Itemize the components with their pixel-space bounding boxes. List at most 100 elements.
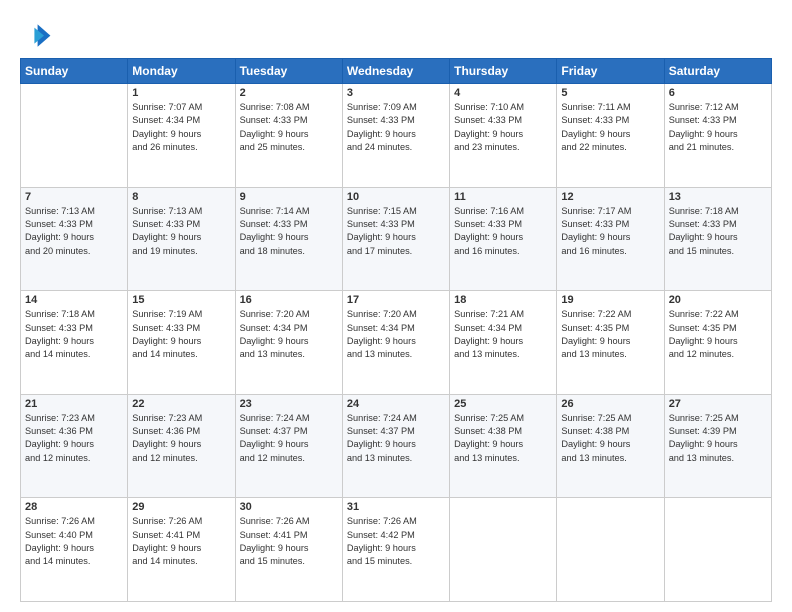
calendar-day-cell: 11 Sunrise: 7:16 AMSunset: 4:33 PMDayligh… xyxy=(450,187,557,291)
day-info: Sunrise: 7:22 AMSunset: 4:35 PMDaylight:… xyxy=(669,308,767,361)
calendar-week-row: 14Sunrise: 7:18 AMSunset: 4:33 PMDayligh… xyxy=(21,291,772,395)
calendar-day-cell: 17 Sunrise: 7:20 AMSunset: 4:34 PMDayligh… xyxy=(342,291,449,395)
day-info: Sunrise: 7:26 AMSunset: 4:42 PMDaylight:… xyxy=(347,515,445,568)
calendar-day-cell xyxy=(450,498,557,602)
calendar-day-cell: 19 Sunrise: 7:22 AMSunset: 4:35 PMDayligh… xyxy=(557,291,664,395)
day-info: Sunrise: 7:08 AMSunset: 4:33 PMDaylight:… xyxy=(240,101,338,154)
day-number: 19 xyxy=(561,294,659,306)
calendar-week-row: 21 Sunrise: 7:23 AMSunset: 4:36 PMDayligh… xyxy=(21,394,772,498)
day-info: Sunrise: 7:26 AMSunset: 4:41 PMDaylight:… xyxy=(240,515,338,568)
day-info: Sunrise: 7:23 AMSunset: 4:36 PMDaylight:… xyxy=(25,412,123,465)
day-number: 13 xyxy=(669,191,767,203)
day-number: 5 xyxy=(561,87,659,99)
calendar-day-cell: 20 Sunrise: 7:22 AMSunset: 4:35 PMDayligh… xyxy=(664,291,771,395)
day-number: 9 xyxy=(240,191,338,203)
calendar-week-row: 7 Sunrise: 7:13 AMSunset: 4:33 PMDaylight… xyxy=(21,187,772,291)
calendar-day-cell: 9 Sunrise: 7:14 AMSunset: 4:33 PMDaylight… xyxy=(235,187,342,291)
calendar-day-header: Saturday xyxy=(664,59,771,84)
day-info: Sunrise: 7:25 AMSunset: 4:39 PMDaylight:… xyxy=(669,412,767,465)
calendar-day-cell: 31 Sunrise: 7:26 AMSunset: 4:42 PMDayligh… xyxy=(342,498,449,602)
day-info: Sunrise: 7:12 AMSunset: 4:33 PMDaylight:… xyxy=(669,101,767,154)
day-number: 6 xyxy=(669,87,767,99)
day-number: 25 xyxy=(454,398,552,410)
calendar-day-cell: 28 Sunrise: 7:26 AMSunset: 4:40 PMDayligh… xyxy=(21,498,128,602)
calendar-day-cell: 4Sunrise: 7:10 AMSunset: 4:33 PMDaylight… xyxy=(450,84,557,188)
day-info: Sunrise: 7:26 AMSunset: 4:40 PMDaylight:… xyxy=(25,515,123,568)
day-info: Sunrise: 7:22 AMSunset: 4:35 PMDaylight:… xyxy=(561,308,659,361)
day-number: 12 xyxy=(561,191,659,203)
calendar-day-cell xyxy=(664,498,771,602)
day-number: 29 xyxy=(132,501,230,513)
calendar-day-cell: 10 Sunrise: 7:15 AMSunset: 4:33 PMDayligh… xyxy=(342,187,449,291)
day-number: 18 xyxy=(454,294,552,306)
day-number: 23 xyxy=(240,398,338,410)
calendar-day-cell: 18 Sunrise: 7:21 AMSunset: 4:34 PMDayligh… xyxy=(450,291,557,395)
day-number: 17 xyxy=(347,294,445,306)
day-info: Sunrise: 7:19 AMSunset: 4:33 PMDaylight:… xyxy=(132,308,230,361)
calendar-day-header: Friday xyxy=(557,59,664,84)
calendar-day-cell: 25 Sunrise: 7:25 AMSunset: 4:38 PMDayligh… xyxy=(450,394,557,498)
day-info: Sunrise: 7:09 AMSunset: 4:33 PMDaylight:… xyxy=(347,101,445,154)
day-number: 1 xyxy=(132,87,230,99)
day-info: Sunrise: 7:07 AMSunset: 4:34 PMDaylight:… xyxy=(132,101,230,154)
day-number: 7 xyxy=(25,191,123,203)
logo xyxy=(20,18,56,50)
day-info: Sunrise: 7:13 AMSunset: 4:33 PMDaylight:… xyxy=(25,205,123,258)
calendar-day-cell xyxy=(21,84,128,188)
header xyxy=(20,18,772,50)
day-info: Sunrise: 7:11 AMSunset: 4:33 PMDaylight:… xyxy=(561,101,659,154)
day-info: Sunrise: 7:20 AMSunset: 4:34 PMDaylight:… xyxy=(347,308,445,361)
page: SundayMondayTuesdayWednesdayThursdayFrid… xyxy=(0,0,792,612)
day-number: 21 xyxy=(25,398,123,410)
day-info: Sunrise: 7:16 AMSunset: 4:33 PMDaylight:… xyxy=(454,205,552,258)
calendar-day-cell: 15Sunrise: 7:19 AMSunset: 4:33 PMDayligh… xyxy=(128,291,235,395)
calendar-day-cell: 14Sunrise: 7:18 AMSunset: 4:33 PMDayligh… xyxy=(21,291,128,395)
day-number: 11 xyxy=(454,191,552,203)
calendar-day-cell: 30 Sunrise: 7:26 AMSunset: 4:41 PMDayligh… xyxy=(235,498,342,602)
calendar-day-cell: 27Sunrise: 7:25 AMSunset: 4:39 PMDayligh… xyxy=(664,394,771,498)
calendar-day-cell: 26 Sunrise: 7:25 AMSunset: 4:38 PMDayligh… xyxy=(557,394,664,498)
day-number: 28 xyxy=(25,501,123,513)
day-info: Sunrise: 7:18 AMSunset: 4:33 PMDaylight:… xyxy=(669,205,767,258)
day-number: 14 xyxy=(25,294,123,306)
day-number: 26 xyxy=(561,398,659,410)
calendar-day-cell: 22Sunrise: 7:23 AMSunset: 4:36 PMDayligh… xyxy=(128,394,235,498)
day-number: 24 xyxy=(347,398,445,410)
day-info: Sunrise: 7:10 AMSunset: 4:33 PMDaylight:… xyxy=(454,101,552,154)
day-number: 10 xyxy=(347,191,445,203)
day-info: Sunrise: 7:25 AMSunset: 4:38 PMDaylight:… xyxy=(454,412,552,465)
calendar-day-header: Thursday xyxy=(450,59,557,84)
day-info: Sunrise: 7:24 AMSunset: 4:37 PMDaylight:… xyxy=(347,412,445,465)
day-info: Sunrise: 7:21 AMSunset: 4:34 PMDaylight:… xyxy=(454,308,552,361)
calendar-header-row: SundayMondayTuesdayWednesdayThursdayFrid… xyxy=(21,59,772,84)
day-info: Sunrise: 7:25 AMSunset: 4:38 PMDaylight:… xyxy=(561,412,659,465)
logo-icon xyxy=(20,18,52,50)
day-info: Sunrise: 7:15 AMSunset: 4:33 PMDaylight:… xyxy=(347,205,445,258)
day-info: Sunrise: 7:14 AMSunset: 4:33 PMDaylight:… xyxy=(240,205,338,258)
calendar-day-cell: 1 Sunrise: 7:07 AMSunset: 4:34 PMDaylight… xyxy=(128,84,235,188)
calendar-table: SundayMondayTuesdayWednesdayThursdayFrid… xyxy=(20,58,772,602)
calendar-day-cell xyxy=(557,498,664,602)
calendar-day-cell: 29 Sunrise: 7:26 AMSunset: 4:41 PMDayligh… xyxy=(128,498,235,602)
calendar-day-cell: 8Sunrise: 7:13 AMSunset: 4:33 PMDaylight… xyxy=(128,187,235,291)
calendar-day-header: Tuesday xyxy=(235,59,342,84)
calendar-day-header: Sunday xyxy=(21,59,128,84)
day-info: Sunrise: 7:13 AMSunset: 4:33 PMDaylight:… xyxy=(132,205,230,258)
calendar-day-cell: 5 Sunrise: 7:11 AMSunset: 4:33 PMDaylight… xyxy=(557,84,664,188)
calendar-day-cell: 21 Sunrise: 7:23 AMSunset: 4:36 PMDayligh… xyxy=(21,394,128,498)
day-number: 16 xyxy=(240,294,338,306)
calendar-day-cell: 7 Sunrise: 7:13 AMSunset: 4:33 PMDaylight… xyxy=(21,187,128,291)
day-number: 2 xyxy=(240,87,338,99)
day-number: 31 xyxy=(347,501,445,513)
calendar-week-row: 1 Sunrise: 7:07 AMSunset: 4:34 PMDaylight… xyxy=(21,84,772,188)
calendar-day-cell: 23 Sunrise: 7:24 AMSunset: 4:37 PMDayligh… xyxy=(235,394,342,498)
day-info: Sunrise: 7:17 AMSunset: 4:33 PMDaylight:… xyxy=(561,205,659,258)
calendar-day-cell: 16Sunrise: 7:20 AMSunset: 4:34 PMDayligh… xyxy=(235,291,342,395)
day-number: 30 xyxy=(240,501,338,513)
day-number: 20 xyxy=(669,294,767,306)
calendar-day-cell: 12 Sunrise: 7:17 AMSunset: 4:33 PMDayligh… xyxy=(557,187,664,291)
day-info: Sunrise: 7:26 AMSunset: 4:41 PMDaylight:… xyxy=(132,515,230,568)
day-info: Sunrise: 7:24 AMSunset: 4:37 PMDaylight:… xyxy=(240,412,338,465)
calendar-day-cell: 24 Sunrise: 7:24 AMSunset: 4:37 PMDayligh… xyxy=(342,394,449,498)
calendar-day-cell: 13 Sunrise: 7:18 AMSunset: 4:33 PMDayligh… xyxy=(664,187,771,291)
